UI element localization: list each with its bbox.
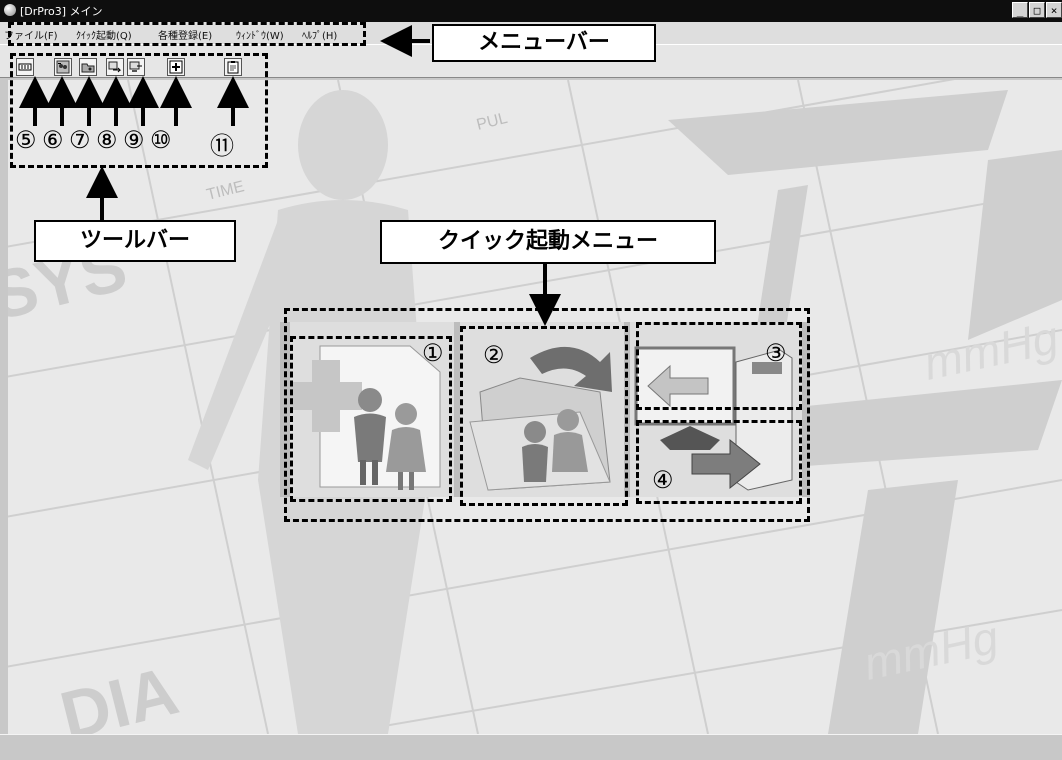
main-window: [DrPro3] メイン _ □ × ファイル(F) ｸｲｯｸ起動(Q) 各種登… bbox=[0, 0, 1062, 760]
annotation-arrows bbox=[19, 25, 561, 326]
toolbar-number-arrows bbox=[19, 25, 561, 326]
